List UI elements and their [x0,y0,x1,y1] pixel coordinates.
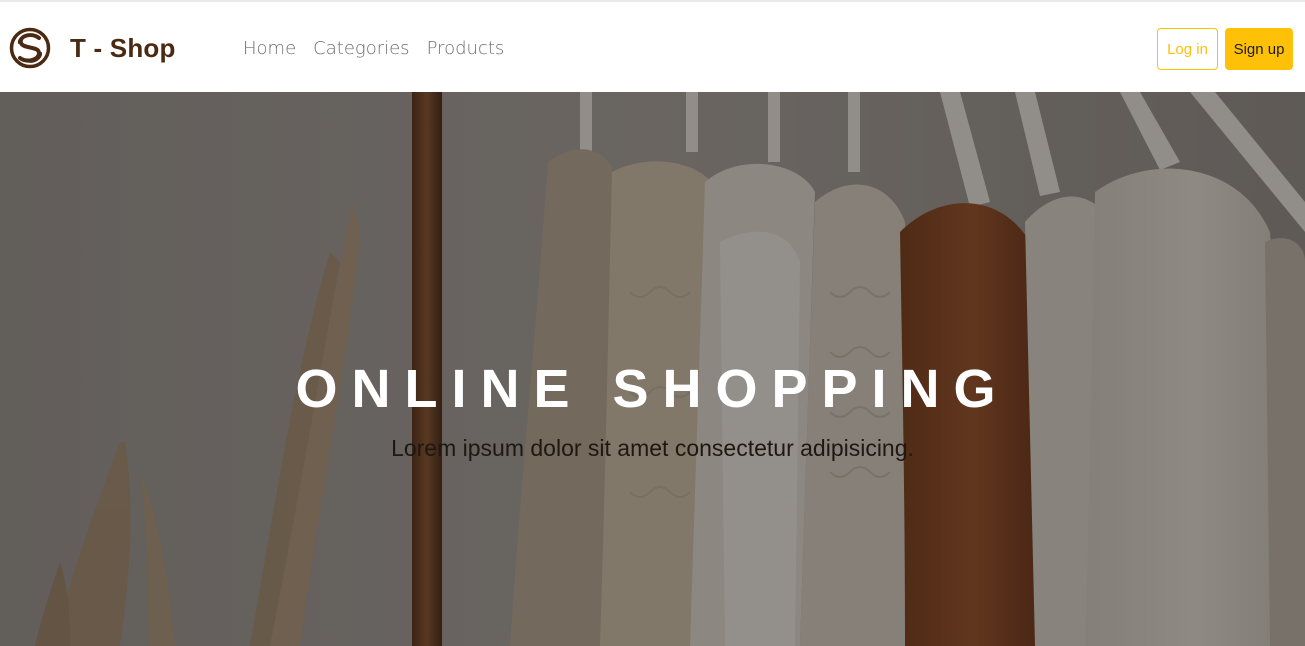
s-swirl-logo-icon [9,27,51,69]
brand[interactable]: T - Shop [9,26,176,70]
main-nav: Home Categories Products [243,36,504,62]
nav-link-categories[interactable]: Categories [313,36,409,62]
signup-button[interactable]: Sign up [1225,28,1293,70]
nav-link-products[interactable]: Products [427,36,505,62]
hero-subtitle: Lorem ipsum dolor sit amet consectetur a… [391,435,914,461]
hero-banner: ONLINE SHOPPING Lorem ipsum dolor sit am… [0,92,1305,646]
hero-title: ONLINE SHOPPING [295,359,1010,419]
nav-link-home[interactable]: Home [243,36,296,62]
brand-name: T - Shop [70,32,176,63]
login-button[interactable]: Log in [1157,28,1218,70]
top-navbar: T - Shop Home Categories Products Log in… [0,0,1305,92]
